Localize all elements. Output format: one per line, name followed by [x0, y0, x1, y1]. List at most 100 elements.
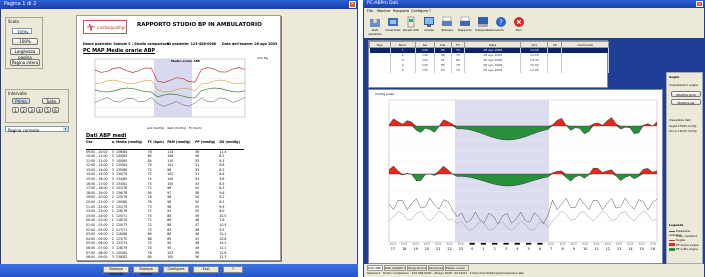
edit-set-button[interactable]: Modifica set — [671, 99, 701, 105]
x-tick-label: 2 — [494, 247, 496, 251]
time-marker — [639, 242, 645, 245]
time-marker — [390, 242, 396, 245]
exit-icon — [514, 17, 524, 27]
window-close-button[interactable]: × — [349, 1, 356, 8]
x-tick-label: 8 — [561, 247, 563, 251]
zoom-100-button[interactable]: 100% — [12, 38, 38, 45]
table-cell: 12.3 — [219, 255, 227, 260]
page-button-5[interactable]: 5 — [44, 107, 51, 113]
tool-label: Rapporto — [458, 28, 472, 32]
svg-text:?: ? — [499, 19, 503, 27]
exit-button[interactable]: Esci — [193, 266, 219, 273]
time-marker — [559, 242, 566, 245]
fit-width-button[interactable]: Larghezza pagina — [10, 48, 40, 60]
tool-exit[interactable]: Esci — [511, 16, 527, 36]
grid-cell: 90 — [434, 67, 452, 73]
x-tick-label: 7 — [550, 247, 552, 251]
page-button-2[interactable]: 2 — [20, 107, 27, 113]
tool-review[interactable]: Rivedi dati — [403, 16, 419, 36]
printer-select[interactable]: Pagina corrente ▾ — [5, 126, 69, 133]
zoom-select[interactable]: 100% — [12, 28, 32, 35]
legend-label: PF sotto soglia — [675, 247, 698, 251]
exam-date: Data dell'esame: 26 ago 2003 — [222, 42, 278, 46]
review-icon — [407, 16, 415, 28]
patient-line: Nome paziente: Sample S / Studio compari… — [83, 42, 169, 46]
range-group: Intervallo Prima Tutte 1 2 3 4 5 6 — [5, 89, 69, 123]
x-tick-label: 17 — [391, 247, 395, 251]
time-marker — [627, 242, 633, 245]
x-tick-label: 21 — [436, 247, 440, 251]
table-header: DS (mmHg) — [219, 140, 244, 150]
window-close-button[interactable]: × — [696, 1, 703, 7]
report-preview-window: Pagina 1 di 2 × Scala 100% 100% Larghezz… — [0, 0, 358, 277]
edit-limits-button[interactable]: Modifica limiti — [671, 91, 701, 97]
time-marker — [401, 242, 407, 245]
tool-download[interactable]: Download — [385, 16, 401, 36]
tool-patient-data[interactable]: Dati paziente — [367, 16, 383, 36]
x-tick-label: 6 — [539, 247, 541, 251]
legend-swatch-icon — [669, 235, 675, 236]
x-tick-label: 9 — [573, 247, 575, 251]
preview-margin-panel — [284, 15, 352, 261]
configure-button[interactable]: Configura — [163, 266, 189, 273]
abp-data-table: Ora n. Media (mmHg) FC (bpm) PAM (mmHg) … — [86, 140, 244, 260]
print-report-button[interactable]: Stampa rapporto — [103, 266, 129, 276]
company-logo: cardioqualit@ — [83, 20, 127, 34]
legend-swatch-icon — [669, 247, 675, 251]
x-tick-label: 0 — [471, 247, 473, 251]
tool-print[interactable]: Stampa — [439, 16, 455, 36]
legend-title: Legenda — [669, 223, 684, 227]
table-title: Dati ABP medi — [86, 133, 127, 139]
tool-info[interactable]: ? Info — [493, 16, 509, 36]
tool-label: Stampa — [441, 28, 453, 32]
x-tick-label: 20 — [425, 247, 429, 251]
grid-cell: 79 — [451, 67, 466, 73]
tool-interpretation[interactable]: Interpretazione — [475, 16, 498, 36]
report-icon — [460, 16, 470, 26]
page-button-3[interactable]: 3 — [28, 107, 35, 113]
page-button-1[interactable]: 1 — [12, 107, 19, 113]
first-page-button[interactable]: Prima — [12, 98, 30, 104]
zoom-value: 100% — [17, 29, 29, 35]
time-marker — [526, 242, 532, 245]
printer-select-value: Pagina corrente — [8, 127, 40, 133]
x-tick-label: 13 — [617, 247, 621, 251]
patient-icon — [370, 19, 380, 27]
legend-item: PF sotto soglia — [669, 247, 703, 252]
tool-label: Rivedi dati — [403, 28, 419, 32]
page-button-4[interactable]: 4 — [36, 107, 43, 113]
table-header: PAM (mmHg) — [167, 140, 196, 150]
preview-client-area: Scala 100% 100% Larghezza pagina Pagina … — [1, 9, 357, 264]
table-cell: 56 — [195, 255, 200, 260]
logo-text: cardioqualit@ — [97, 25, 125, 30]
hourly-abp-chart — [94, 58, 246, 118]
tool-analysis[interactable]: Analisi — [421, 16, 437, 36]
x-tick-label: 3 — [505, 247, 507, 251]
computer-icon — [478, 17, 488, 27]
time-marker — [413, 242, 419, 245]
fit-page-button[interactable]: Pagina intera — [10, 59, 40, 66]
table-row: 08:00 - 09:00 3 138/82 80 100 56 12.3 — [86, 255, 244, 260]
time-marker — [492, 242, 498, 245]
pc-abpm-data-window: PC-ABPm Dati × File Monitor Rapporto Con… — [363, 0, 705, 277]
x-tick-label: 11 — [594, 247, 598, 251]
abp-table-body: 09:00 - 10:00 3 136/84 78 114 56 11.4 10:00 - 1… — [86, 149, 244, 260]
time-marker — [435, 242, 441, 245]
abp-chart-panel: mmHg pulse 17 18 19 20 21 22 23 0 1 2 3 4 5 6 7 8 9 10 11 1… — [368, 89, 663, 264]
chart-legend: sist (mmHg) · diast (mmHg) · FC (bpm) — [147, 126, 202, 130]
table-header: Ora — [86, 140, 112, 150]
chart-title: PC MAP Medie orarie ABP — [83, 48, 156, 54]
print-page-button[interactable]: Stampa pagina — [133, 266, 159, 276]
page-button-6[interactable]: 6 — [52, 107, 59, 113]
table-cell: 08:00 - 09:00 — [86, 255, 108, 260]
toolbar: Dati paziente Download Rivedi dati Anali… — [364, 14, 704, 38]
chevron-down-icon: ▾ — [63, 127, 68, 131]
help-button[interactable]: ? — [223, 266, 243, 273]
all-pages-button[interactable]: Tutte — [42, 98, 60, 104]
tool-report[interactable]: Rapporto — [457, 16, 473, 36]
grid-row[interactable]: 5 135 90 79 28 ago 2008 17:00 — [369, 67, 609, 73]
grid-cell: 135 — [415, 67, 435, 73]
tool-label: Analisi — [424, 28, 434, 32]
x-tick-label: 4 — [516, 247, 519, 251]
legend-label: Soglie — [675, 238, 686, 242]
